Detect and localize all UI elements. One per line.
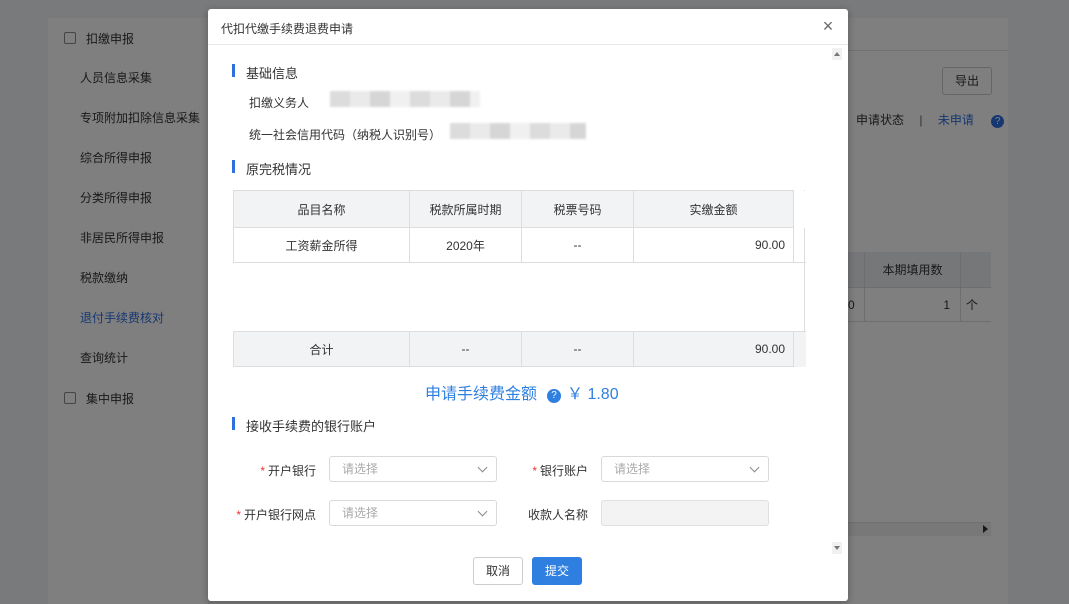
bank-select[interactable]: 请选择 xyxy=(329,456,497,482)
table-cell: 90.00 xyxy=(633,331,794,367)
table-header-row: 品目名称 税款所属时期 税票号码 实缴金额 xyxy=(233,190,806,228)
cancel-button[interactable]: 取消 xyxy=(473,557,523,585)
arrow-up-icon[interactable] xyxy=(834,52,840,56)
table-spacer xyxy=(793,331,806,367)
account-select[interactable]: 请选择 xyxy=(601,456,769,482)
required-mark: * xyxy=(260,464,265,478)
account-label-text: 银行账户 xyxy=(539,464,588,478)
vertical-scrollbar[interactable] xyxy=(832,48,842,554)
arrow-down-icon[interactable] xyxy=(834,546,840,550)
branch-label: * 开户银行网点 xyxy=(228,506,316,523)
dialog-title: 代扣代缴手续费退费申请 xyxy=(221,22,354,36)
column-header: 实缴金额 xyxy=(633,190,794,228)
dialog-body: 基础信息 扣缴义务人 统一社会信用代码（纳税人识别号） 原完税情况 品目名称 税… xyxy=(208,46,848,554)
table-cell: -- xyxy=(409,331,522,367)
help-icon[interactable]: ? xyxy=(547,389,562,403)
account-select-placeholder: 请选择 xyxy=(614,462,651,476)
table-empty-area xyxy=(233,262,806,332)
branch-label-text: 开户银行网点 xyxy=(243,508,316,522)
bank-select-placeholder: 请选择 xyxy=(342,462,379,476)
branch-select[interactable]: 请选择 xyxy=(329,500,497,526)
bank-label: * 开户银行 xyxy=(248,462,316,479)
section-title-basic: 基础信息 xyxy=(232,63,298,82)
table-cell: 90.00 xyxy=(633,227,794,263)
account-label: * 银行账户 xyxy=(520,462,588,479)
close-icon[interactable]: × xyxy=(820,17,836,35)
table-spacer xyxy=(793,190,806,228)
column-header: 品目名称 xyxy=(233,190,410,228)
fee-amount-line: 申请手续费金额? ￥ 1.80 xyxy=(425,380,619,404)
column-header: 税票号码 xyxy=(521,190,634,228)
section-title-bank: 接收手续费的银行账户 xyxy=(232,416,376,435)
payee-field xyxy=(601,500,769,526)
redacted-credit-code xyxy=(450,123,586,139)
table-cell: 工资薪金所得 xyxy=(233,227,410,263)
table-spacer xyxy=(794,228,806,263)
fee-label: 申请手续费金额 xyxy=(425,386,538,403)
submit-button[interactable]: 提交 xyxy=(532,557,582,585)
refund-dialog: 代扣代缴手续费退费申请 × 基础信息 扣缴义务人 统一社会信用代码（纳税人识别号… xyxy=(208,9,848,601)
credit-code-label: 统一社会信用代码（纳税人识别号） xyxy=(249,128,442,142)
dialog-footer: 取消 提交 xyxy=(208,554,848,601)
chevron-down-icon xyxy=(477,462,488,473)
column-header: 税款所属时期 xyxy=(409,190,522,228)
payee-label: 收款人名称 xyxy=(527,508,588,522)
fee-value: ￥ 1.80 xyxy=(567,386,619,403)
section-title-tax: 原完税情况 xyxy=(232,159,311,178)
table-cell: 2020年 xyxy=(409,227,522,263)
withholder-label: 扣缴义务人 xyxy=(249,96,310,110)
chevron-down-icon xyxy=(477,506,488,517)
required-mark: * xyxy=(236,508,241,522)
bank-label-text: 开户银行 xyxy=(267,464,316,478)
table-cell: -- xyxy=(521,227,634,263)
tax-table: 品目名称 税款所属时期 税票号码 实缴金额 工资薪金所得 2020年 -- 90… xyxy=(233,190,806,367)
table-empty-cell xyxy=(233,262,806,332)
table-cell: -- xyxy=(521,331,634,367)
chevron-down-icon xyxy=(749,462,760,473)
table-row: 工资薪金所得 2020年 -- 90.00 xyxy=(233,227,806,263)
redacted-withholder xyxy=(330,91,480,107)
dialog-header: 代扣代缴手续费退费申请 × xyxy=(208,9,848,45)
table-total-row: 合计 -- -- 90.00 xyxy=(233,331,806,367)
table-cell: 合计 xyxy=(233,331,410,367)
required-mark: * xyxy=(532,464,537,478)
scrollbar-thumb[interactable] xyxy=(832,60,842,542)
branch-select-placeholder: 请选择 xyxy=(342,506,379,520)
